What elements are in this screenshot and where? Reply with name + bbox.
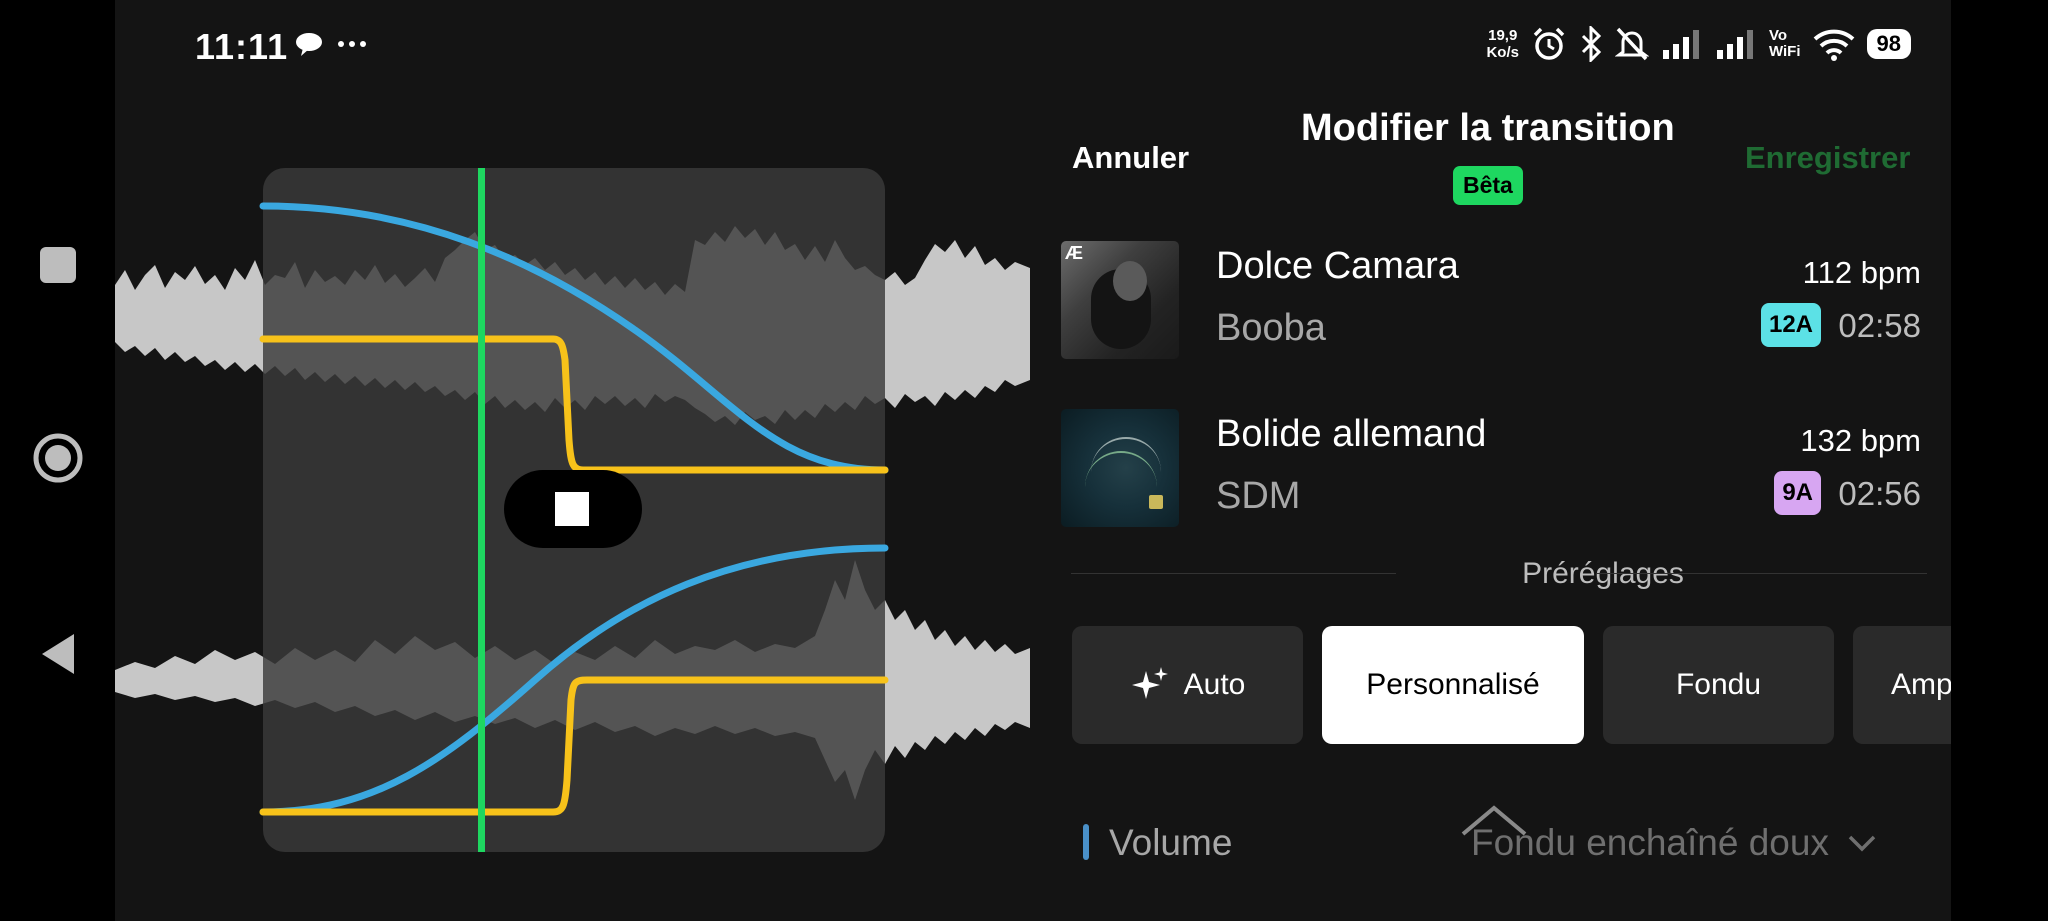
sparkle-icon (1131, 667, 1168, 699)
divider (1597, 573, 1927, 574)
stop-button[interactable] (504, 470, 642, 548)
screen-edge (1951, 0, 2048, 921)
volume-curve-dropdown[interactable]: Fondu enchaîné doux (1471, 822, 1877, 864)
network-rate: 19,9 Ko/s (1486, 27, 1519, 61)
recent-apps-button[interactable] (28, 235, 88, 295)
save-button[interactable]: Enregistrer (1745, 140, 1910, 176)
preset-label: Auto (1183, 668, 1246, 701)
back-button[interactable] (28, 624, 88, 684)
battery-indicator: 98 (1866, 29, 1911, 59)
status-right: 19,9 Ko/s Vo WiFi 98 (1486, 26, 1911, 62)
chevron-down-icon (1848, 835, 1876, 852)
vowifi-label: Vo WiFi (1769, 28, 1801, 60)
alarm-icon (1533, 27, 1565, 60)
square-icon (40, 247, 76, 283)
preset-custom-button[interactable]: Personnalisé (1322, 626, 1584, 744)
signal-icon (1662, 30, 1699, 59)
volume-label: Volume (1109, 822, 1233, 863)
app-screen: 11:11 19,9 Ko/s Vo WiFi 98 Annuler Modif… (115, 0, 1951, 921)
triangle-back-icon (42, 634, 74, 674)
signal-icon (1716, 30, 1753, 59)
album-cover (1061, 409, 1179, 527)
network-rate-unit: Ko/s (1486, 44, 1519, 61)
vowifi-bottom: WiFi (1768, 43, 1801, 60)
android-nav-bar (0, 0, 115, 921)
track-key-badge: 12A (1760, 303, 1821, 347)
track-row-outgoing[interactable]: Æ Dolce Camara Booba 112 bpm 12A 02:58 (1061, 241, 1921, 359)
vowifi-top: Vo (1768, 27, 1788, 44)
preset-label: Fondu (1675, 668, 1762, 701)
cancel-button[interactable]: Annuler (1072, 140, 1189, 176)
mute-bell-icon (1614, 27, 1649, 61)
track-row-incoming[interactable]: Bolide allemand SDM 132 bpm 9A 02:56 (1061, 409, 1921, 527)
preset-auto-button[interactable]: Auto (1072, 626, 1303, 744)
home-button[interactable] (28, 428, 88, 488)
track-title: Dolce Camara (1216, 245, 1459, 287)
album-cover: Æ (1061, 241, 1179, 359)
preset-label: Amp (1891, 668, 1951, 701)
network-rate-value: 19,9 (1488, 27, 1518, 44)
track-bpm: 112 bpm (1802, 255, 1921, 290)
divider (1071, 573, 1396, 574)
track-title: Bolide allemand (1216, 413, 1487, 455)
stop-icon (555, 492, 589, 526)
track-bpm: 132 bpm (1800, 423, 1921, 458)
track-artist: SDM (1216, 475, 1301, 517)
preset-fade-button[interactable]: Fondu (1603, 626, 1834, 744)
beta-badge: Bêta (1453, 166, 1523, 205)
wifi-icon (1813, 29, 1854, 61)
volume-accent-bar (1083, 824, 1089, 860)
circle-icon (33, 433, 83, 483)
dropdown-selected: Fondu enchaîné doux (1471, 822, 1829, 863)
track-key-badge: 9A (1774, 471, 1821, 515)
presets-section-label: Préréglages (1522, 557, 1684, 590)
page-title: Modifier la transition (1301, 107, 1675, 149)
track-duration: 02:58 (1838, 307, 1921, 344)
preset-amp-button[interactable]: Amp (1853, 626, 1951, 744)
track-artist: Booba (1216, 307, 1326, 349)
preset-label: Personnalisé (1366, 668, 1540, 701)
playhead[interactable] (478, 168, 485, 852)
bluetooth-icon (1581, 26, 1602, 62)
track-duration: 02:56 (1838, 475, 1921, 512)
transition-editor[interactable] (115, 0, 1030, 921)
